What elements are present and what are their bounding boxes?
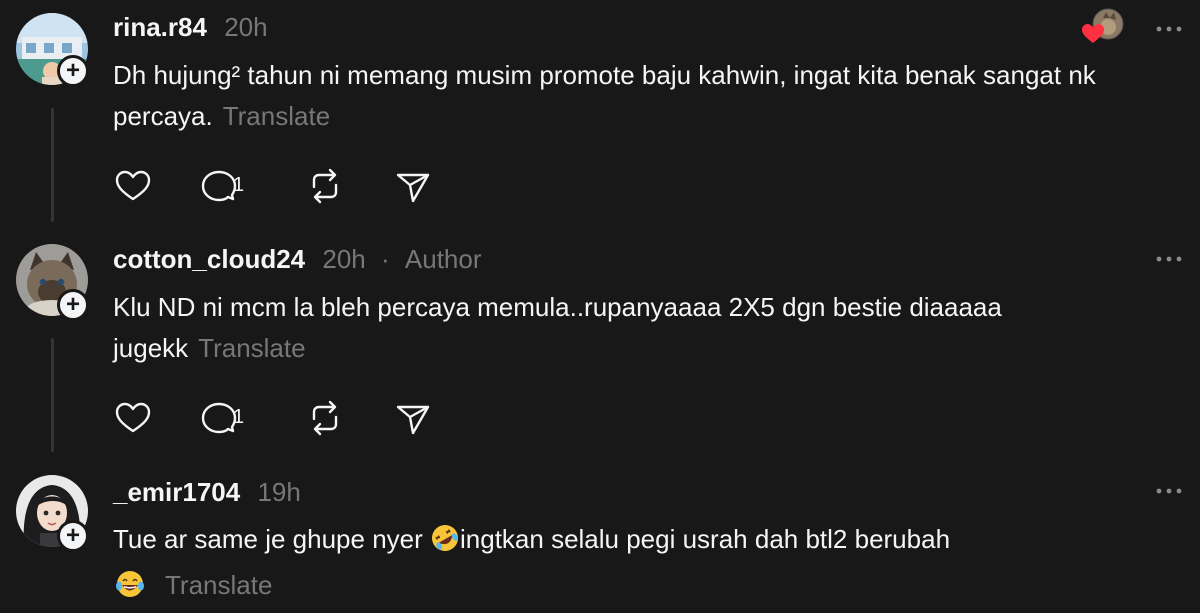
translate-link[interactable]: Translate	[165, 570, 272, 600]
like-button[interactable]	[113, 398, 153, 438]
tears-of-joy-emoji-icon	[113, 569, 147, 611]
post-text: Tue ar same je ghupe nyer ingtkan selalu…	[113, 519, 1163, 611]
heart-icon	[115, 402, 151, 433]
repost-icon	[312, 400, 338, 436]
username[interactable]: rina.r84	[113, 12, 207, 42]
send-icon	[396, 405, 430, 435]
liked-by-author-indicator	[1082, 8, 1124, 44]
post-header: rina.r84 20h	[113, 12, 268, 43]
repost-icon	[312, 168, 338, 204]
reply-post: + _emir1704 19h Tue ar same je ghupe nye…	[0, 460, 1200, 613]
comment-thread: + rina.r84 20h Dh hujung² tahun ni meman…	[0, 0, 1200, 613]
reply-count: 1	[233, 406, 245, 428]
reply-post: + cotton_cloud24 20h · Author Klu ND ni …	[0, 230, 1200, 460]
reply-post: + rina.r84 20h Dh hujung² tahun ni meman…	[0, 0, 1200, 230]
heart-icon	[115, 170, 151, 201]
username[interactable]: cotton_cloud24	[113, 244, 305, 274]
reply-button[interactable]: 1	[199, 398, 259, 438]
repost-button[interactable]	[305, 166, 345, 206]
username[interactable]: _emir1704	[113, 477, 240, 507]
more-options-icon[interactable]	[1154, 254, 1184, 264]
timestamp[interactable]: 20h	[322, 244, 365, 274]
timestamp[interactable]: 19h	[257, 477, 300, 507]
post-text: Klu ND ni mcm la bleh percaya memula..ru…	[113, 287, 1163, 369]
separator-dot: ·	[381, 244, 390, 274]
thread-line	[51, 108, 54, 222]
post-header: _emir1704 19h	[113, 477, 301, 508]
more-options-icon[interactable]	[1154, 24, 1184, 34]
reply-button[interactable]: 1	[199, 166, 259, 206]
rolling-on-floor-laughing-emoji-icon	[430, 523, 460, 565]
send-icon	[396, 173, 430, 203]
follow-plus-button[interactable]: +	[57, 520, 89, 552]
translate-link[interactable]: Translate	[223, 101, 330, 131]
follow-plus-button[interactable]: +	[57, 55, 89, 87]
post-text-before-emoji: Tue ar same je ghupe nyer	[113, 524, 430, 554]
thread-line	[51, 338, 54, 452]
timestamp[interactable]: 20h	[224, 12, 267, 42]
author-badge: Author	[404, 244, 482, 274]
post-header: cotton_cloud24 20h · Author	[113, 244, 482, 275]
follow-plus-button[interactable]: +	[57, 289, 89, 321]
heart-filled-icon	[1082, 24, 1104, 43]
repost-button[interactable]	[305, 398, 345, 438]
reply-count: 1	[233, 174, 245, 196]
post-text-after-emoji: ingtkan selalu pegi usrah dah btl2 berub…	[460, 524, 951, 554]
like-button[interactable]	[113, 166, 153, 206]
post-text: Dh hujung² tahun ni memang musim promote…	[113, 55, 1163, 137]
more-options-icon[interactable]	[1154, 486, 1184, 496]
share-button[interactable]	[393, 398, 433, 438]
translate-link[interactable]: Translate	[198, 333, 305, 363]
share-button[interactable]	[393, 166, 433, 206]
